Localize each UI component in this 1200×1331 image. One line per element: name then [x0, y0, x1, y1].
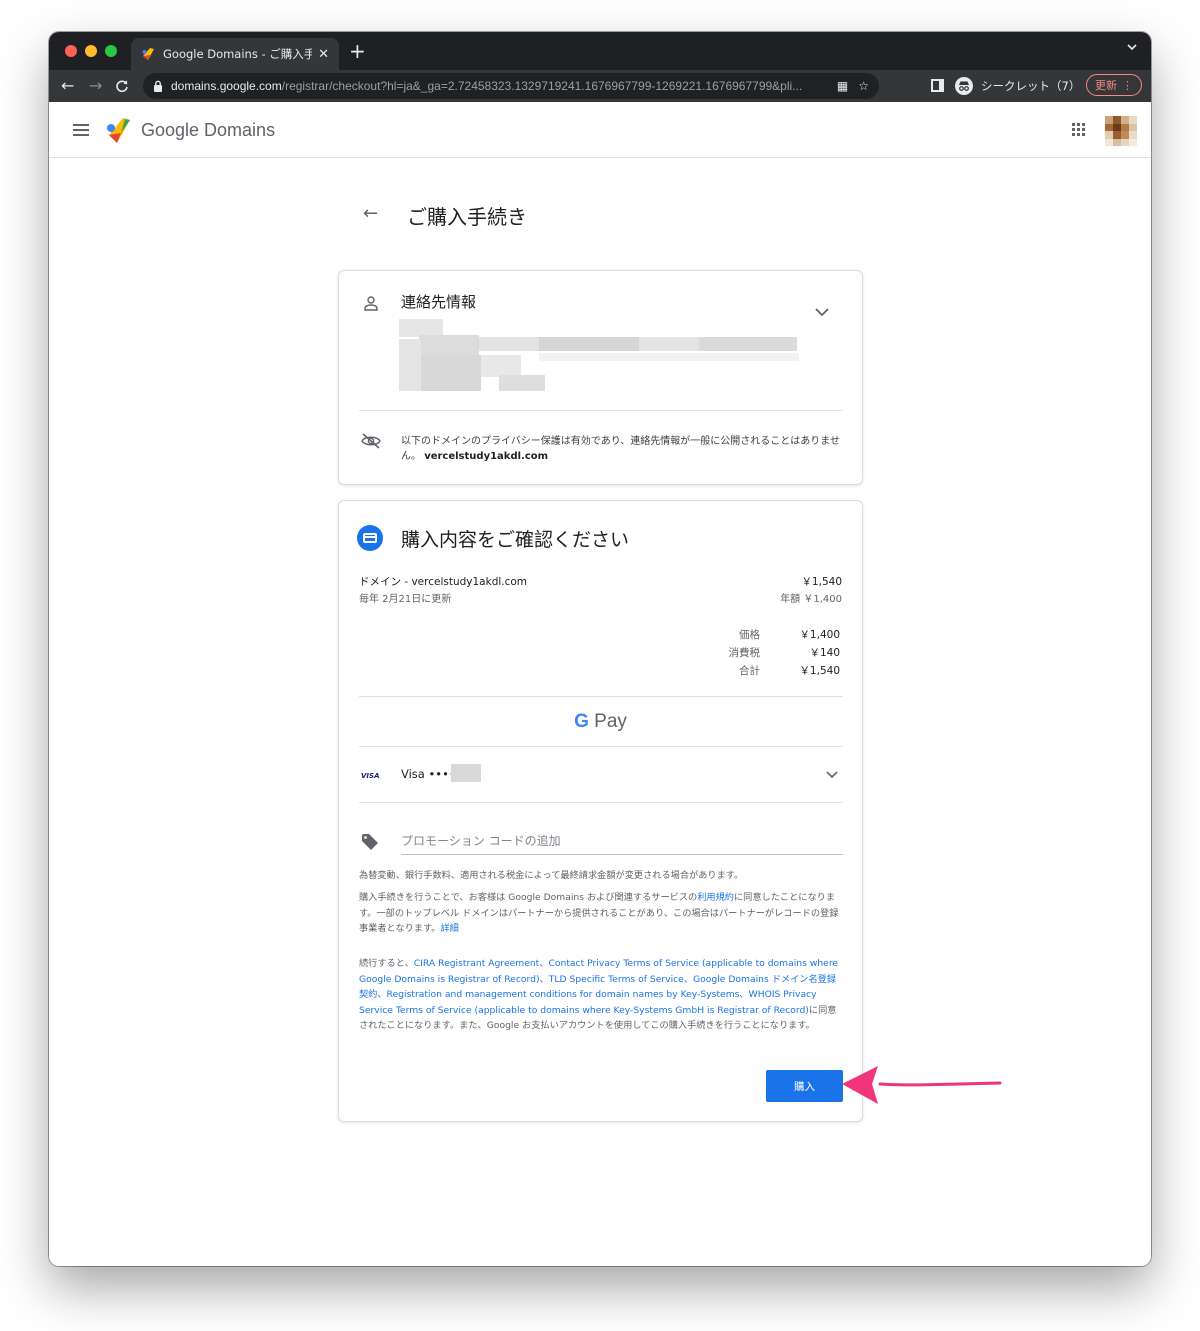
incognito-icon [955, 77, 973, 95]
domain-line-label: ドメイン - vercelstudy1akdl.com [359, 576, 528, 588]
google-apps-icon[interactable] [1072, 123, 1086, 137]
totals-divider [359, 696, 843, 697]
more-vert-icon: ⋮ [1122, 78, 1133, 92]
fx-disclaimer: 為替変動、銀行手数料、適用される税金によって最終請求金額が変更される場合がありま… [359, 870, 744, 881]
redacted-contact-details [399, 319, 799, 393]
privacy-notice: 以下のドメインのプライバシー保護は有効であり、連絡先情報が一般に公開されることは… [401, 434, 841, 464]
totals-row: 消費税 ￥140 [700, 643, 841, 661]
visibility-off-icon [361, 433, 381, 449]
google-domains-logo-icon [107, 118, 130, 143]
browser-toolbar: ← → domains.google.com/registrar/checkou… [49, 70, 1151, 102]
payment-divider [359, 802, 843, 803]
stage: Google Domains - ご購入手続き ✕ + ← → domains.… [0, 0, 1200, 1331]
purchase-button[interactable]: 購入 [766, 1070, 843, 1102]
google-domains-favicon-icon [142, 48, 154, 60]
close-window-button[interactable] [65, 45, 77, 57]
review-title: 購入内容をご確認ください [401, 529, 630, 551]
agreements-notice: 続行すると、CIRA Registrant Agreement、Contact … [359, 956, 843, 1034]
contact-divider [359, 410, 843, 411]
new-tab-button[interactable]: + [349, 41, 366, 61]
totals-label: 合計 [739, 664, 760, 677]
contact-info-card: 連絡先情報 以下のドメインのプライバシー保護は有効であり、連絡先情報が一般に公開… [338, 270, 863, 485]
incognito-label: シークレット（7） [981, 79, 1081, 93]
totals-row: 価格 ￥1,400 [700, 625, 840, 643]
promo-code-input[interactable] [401, 827, 843, 855]
visa-card-icon: VISA [361, 772, 380, 780]
chevron-down-icon[interactable] [815, 308, 829, 317]
google-pay-logo: G Pay [339, 711, 862, 733]
payment-chevron-down-icon[interactable] [826, 771, 838, 779]
bookmark-star-icon[interactable]: ☆ [858, 79, 869, 93]
tab-close-icon[interactable]: ✕ [318, 47, 329, 62]
person-icon [364, 296, 378, 311]
update-button[interactable]: 更新 ⋮ [1086, 74, 1142, 96]
minimize-window-button[interactable] [85, 45, 97, 57]
agreements-text-pre: 続行すると、 [359, 958, 414, 969]
payment-method-label[interactable]: Visa •••• [401, 767, 456, 781]
domain-annual-price: 年額 ￥1,400 [780, 594, 842, 605]
tab-title: Google Domains - ご購入手続き [163, 47, 313, 61]
qr-code-icon[interactable]: ▦ [837, 79, 848, 93]
terms-notice: 購入手続きを行うことで、お客様は Google Domains および関連するサ… [359, 890, 843, 937]
app-logo-text: Google Domains [141, 120, 276, 140]
domain-renewal-text: 毎年 2月21日に更新 [359, 594, 452, 605]
url-path: /registrar/checkout?hl=ja&_ga=2.72458323… [281, 79, 803, 93]
zoom-window-button[interactable] [105, 45, 117, 57]
incognito-indicator[interactable]: シークレット（7） [955, 74, 1080, 98]
redacted-card-number [451, 764, 481, 782]
page-title: ご購入手続き [407, 205, 527, 229]
back-arrow-icon[interactable]: ← [61, 76, 74, 96]
annotation-arrow-icon [842, 1066, 1002, 1104]
forward-arrow-icon[interactable]: → [89, 76, 102, 96]
tab-bar: Google Domains - ご購入手続き ✕ + [49, 32, 1151, 70]
google-g-icon: G [574, 711, 589, 732]
credit-card-icon [357, 525, 383, 551]
hamburger-menu-icon[interactable] [73, 124, 89, 136]
account-avatar[interactable] [1105, 116, 1137, 146]
update-label: 更新 [1095, 79, 1117, 92]
back-arrow-icon[interactable]: ← [363, 203, 378, 224]
price-totals: 価格 ￥1,400 消費税 ￥140 合計 ￥1,540 [700, 625, 841, 679]
learn-more-link[interactable]: 詳細 [441, 923, 459, 934]
terms-text-pre: 購入手続きを行うことで、お客様は Google Domains および関連するサ… [359, 892, 698, 903]
tag-icon [362, 834, 378, 850]
tab-search-chevron-icon[interactable] [1127, 43, 1137, 51]
domain-line-price: ￥1,540 [801, 576, 842, 588]
terms-of-service-link[interactable]: 利用規約 [697, 892, 734, 903]
totals-label: 価格 [739, 628, 760, 641]
reload-icon[interactable] [115, 79, 129, 93]
totals-row: 合計 ￥1,540 [700, 661, 840, 679]
totals-label: 消費税 [728, 646, 761, 659]
purchase-review-card: 購入内容をご確認ください ドメイン - vercelstudy1akdl.com… [338, 500, 863, 1122]
app-header: Google Domains [49, 102, 1151, 158]
gpay-label: Pay [594, 711, 627, 732]
tab-google-domains[interactable]: Google Domains - ご購入手続き ✕ [131, 38, 339, 70]
totals-value: ￥140 [809, 646, 840, 659]
url-text: domains.google.com/registrar/checkout?hl… [171, 79, 827, 93]
agreements-links[interactable]: CIRA Registrant Agreement、Contact Privac… [359, 958, 838, 1016]
url-host: domains.google.com [171, 79, 282, 93]
side-panel-icon[interactable] [931, 79, 944, 92]
totals-value: ￥1,400 [799, 628, 840, 641]
lock-icon [154, 80, 162, 92]
contact-info-title: 連絡先情報 [401, 293, 477, 311]
privacy-domain: vercelstudy1akdl.com [424, 451, 549, 462]
totals-value: ￥1,540 [799, 664, 840, 677]
gpay-divider [359, 746, 843, 747]
address-bar[interactable]: domains.google.com/registrar/checkout?hl… [143, 73, 879, 99]
